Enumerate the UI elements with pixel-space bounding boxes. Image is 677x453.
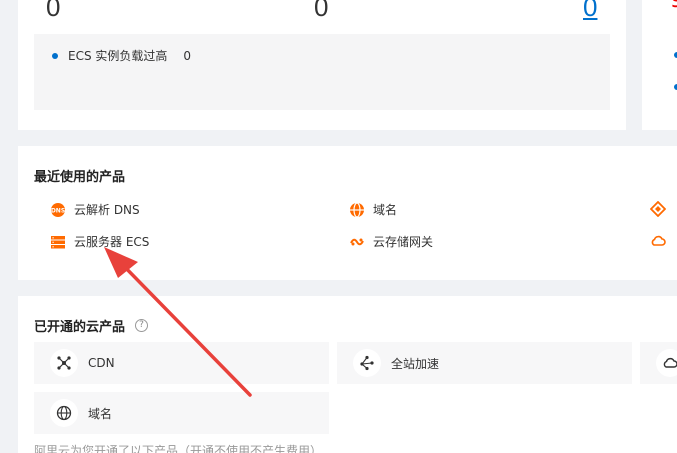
recent-item-storage-gateway[interactable]: 云存储网关 <box>349 233 433 250</box>
partial-product-icon[interactable] <box>649 200 667 221</box>
recent-item-domain[interactable]: 域名 <box>349 201 397 218</box>
product-tile-domain[interactable]: 域名 <box>34 392 329 434</box>
stats-card-partial: 9 <box>642 0 677 130</box>
status-dot-icon <box>52 52 58 59</box>
recent-item-dns[interactable]: DNS 云解析 DNS <box>50 201 140 218</box>
acceleration-icon <box>353 349 381 377</box>
globe-icon <box>349 201 365 218</box>
recent-item-ecs[interactable]: 云服务器 ECS <box>50 233 149 250</box>
cloud-icon[interactable] <box>650 233 666 253</box>
cloud-icon <box>656 349 677 377</box>
svg-text:DNS: DNS <box>51 207 65 214</box>
server-icon <box>50 234 66 250</box>
recent-item-label: 云服务器 ECS <box>74 235 150 249</box>
product-tile-partial[interactable] <box>640 342 677 384</box>
dns-icon: DNS <box>50 202 66 218</box>
help-icon[interactable]: ? <box>135 319 149 332</box>
stats-card: 0 0 0 ECS 实例负载过高 0 <box>18 0 626 130</box>
partial-stat-value: 9 <box>670 0 677 8</box>
product-tile-cdn[interactable]: CDN <box>34 342 329 384</box>
product-tile-label: CDN <box>88 356 115 370</box>
recent-item-label: 云存储网关 <box>373 235 434 249</box>
opened-products-card: 已开通的云产品 ? CDN 全站加速 域名 阿里云为您开通了以下产品（开通不使用… <box>18 296 677 453</box>
alert-count: 0 <box>183 48 192 63</box>
section-title: 最近使用的产品 <box>34 170 126 185</box>
recent-item-label: 域名 <box>373 203 398 217</box>
alert-summary: ECS 实例负载过高 0 <box>34 34 610 110</box>
section-title: 已开通的云产品 ? <box>34 316 149 335</box>
stat-value-link[interactable]: 0 <box>583 0 597 20</box>
recent-item-label: 云解析 DNS <box>74 203 140 217</box>
footnote-text: 阿里云为您开通了以下产品（开通不使用不产生费用） <box>34 444 323 453</box>
globe-icon <box>50 399 78 427</box>
stat-value: 0 <box>46 0 61 22</box>
storage-gateway-icon <box>349 234 365 250</box>
product-tile-acceleration[interactable]: 全站加速 <box>337 342 632 384</box>
stat-value: 0 <box>314 0 329 22</box>
product-tile-label: 全站加速 <box>391 356 440 371</box>
alert-item[interactable]: ECS 实例负载过高 0 <box>52 47 191 64</box>
alert-label: ECS 实例负载过高 <box>68 49 168 63</box>
product-tile-label: 域名 <box>88 406 113 421</box>
section-title-text: 已开通的云产品 <box>34 320 126 335</box>
cdn-icon <box>50 349 78 377</box>
recent-products-card: 最近使用的产品 DNS 云解析 DNS 域名 云服务器 ECS 云存储网关 <box>18 146 677 280</box>
